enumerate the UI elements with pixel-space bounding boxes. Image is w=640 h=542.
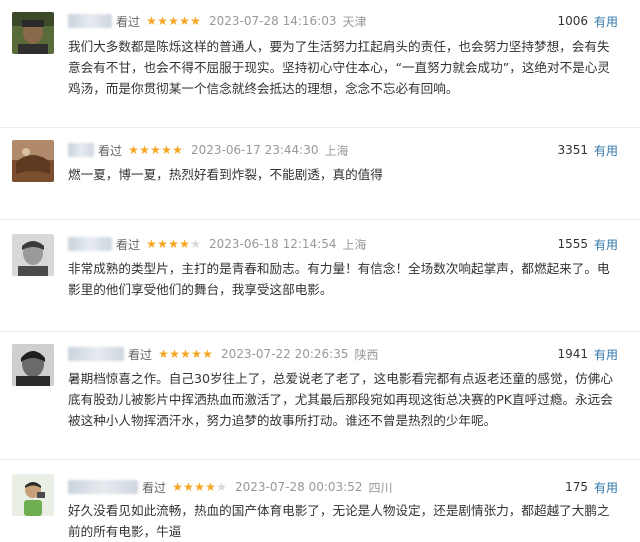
avatar[interactable] [12, 474, 54, 516]
star-icon: ★ [168, 237, 179, 251]
useful-button[interactable]: 有用 [594, 13, 618, 30]
review-time: 2023-06-17 23:44:30 [191, 143, 319, 157]
review-item: 看过 ★ ★ ★ ★ ★ 2023-06-18 12:14:54 上海 1555 有用 … [0, 220, 640, 332]
vote-area: 1941 有用 [557, 344, 618, 364]
star-icon: ★ [183, 480, 194, 494]
review-meta: 看过 ★ ★ ★ ★ ★ 2023-07-28 14:16:03 天津 [68, 11, 366, 31]
vote-count: 3351 [557, 143, 588, 157]
watched-label: 看过 [128, 347, 153, 362]
star-icon: ★ [158, 347, 169, 361]
star-icon: ★ [146, 237, 157, 251]
review-text: 我们大多数都是陈烁这样的普通人，要为了生活努力扛起肩头的责任，也会努力坚持梦想，… [68, 39, 610, 96]
rating-stars: ★ ★ ★ ★ ★ [158, 348, 213, 360]
star-icon: ★ [139, 143, 150, 157]
star-icon: ★ [179, 237, 190, 251]
username-blurred[interactable] [68, 237, 112, 251]
review-time: 2023-07-28 00:03:52 [235, 480, 363, 494]
vote-count: 175 [565, 480, 588, 494]
watched-label: 看过 [116, 14, 141, 29]
review-location: 陕西 [354, 347, 379, 362]
review-time: 2023-07-22 20:26:35 [221, 347, 349, 361]
review-text: 暑期档惊喜之作。自己30岁往上了，总爱说老了老了，这电影看完都有点返老还童的感觉… [68, 371, 613, 428]
review-meta: 看过 ★ ★ ★ ★ ★ 2023-07-28 00:03:52 四川 [68, 477, 392, 497]
useful-button[interactable]: 有用 [594, 142, 618, 159]
star-icon: ★ [190, 14, 201, 28]
vote-area: 3351 有用 [557, 140, 618, 160]
review-meta: 看过 ★ ★ ★ ★ ★ 2023-06-17 23:44:30 上海 [68, 140, 348, 160]
review-location: 四川 [368, 480, 393, 495]
star-icon: ★ [172, 480, 183, 494]
avatar[interactable] [12, 12, 54, 54]
review-time: 2023-07-28 14:16:03 [209, 14, 337, 28]
watched-label: 看过 [116, 237, 141, 252]
review-meta: 看过 ★ ★ ★ ★ ★ 2023-06-18 12:14:54 上海 [68, 234, 366, 254]
review-location: 上海 [342, 237, 367, 252]
review-meta: 看过 ★ ★ ★ ★ ★ 2023-07-22 20:26:35 陕西 [68, 344, 378, 364]
username-blurred[interactable] [68, 347, 124, 361]
watched-label: 看过 [142, 480, 167, 495]
vote-area: 1006 有用 [557, 11, 618, 31]
review-location: 上海 [324, 143, 349, 158]
star-icon: ★ [161, 143, 172, 157]
avatar[interactable] [12, 140, 54, 182]
rating-stars: ★ ★ ★ ★ ★ [128, 144, 183, 156]
review-text: 燃一夏，博一夏，热烈好看到炸裂，不能剧透，真的值得 [68, 167, 383, 182]
review-item: 看过 ★ ★ ★ ★ ★ 2023-07-22 20:26:35 陕西 1941 有用 … [0, 332, 640, 460]
review-item: 看过 ★ ★ ★ ★ ★ 2023-07-28 14:16:03 天津 1006 有用 … [0, 0, 640, 128]
star-icon: ★ [194, 480, 205, 494]
star-icon: ★ [191, 347, 202, 361]
star-empty-icon: ★ [216, 480, 227, 494]
star-icon: ★ [179, 14, 190, 28]
star-empty-icon: ★ [190, 237, 201, 251]
useful-button[interactable]: 有用 [594, 479, 618, 496]
username-blurred[interactable] [68, 143, 94, 157]
star-icon: ★ [157, 14, 168, 28]
review-item: 看过 ★ ★ ★ ★ ★ 2023-06-17 23:44:30 上海 3351 有用 … [0, 128, 640, 220]
useful-button[interactable]: 有用 [594, 236, 618, 253]
vote-count: 1006 [557, 14, 588, 28]
useful-button[interactable]: 有用 [594, 346, 618, 363]
review-list: 看过 ★ ★ ★ ★ ★ 2023-07-28 14:16:03 天津 1006 有用 … [0, 0, 640, 539]
star-icon: ★ [172, 143, 183, 157]
star-icon: ★ [202, 347, 213, 361]
star-icon: ★ [157, 237, 168, 251]
vote-count: 1555 [557, 237, 588, 251]
review-item: 看过 ★ ★ ★ ★ ★ 2023-07-28 00:03:52 四川 175 有用 好… [0, 460, 640, 539]
star-icon: ★ [128, 143, 139, 157]
watched-label: 看过 [98, 143, 123, 158]
star-icon: ★ [180, 347, 191, 361]
vote-area: 1555 有用 [557, 234, 618, 254]
rating-stars: ★ ★ ★ ★ ★ [146, 15, 201, 27]
vote-count: 1941 [557, 347, 588, 361]
star-icon: ★ [168, 14, 179, 28]
review-time: 2023-06-18 12:14:54 [209, 237, 337, 251]
username-blurred[interactable] [68, 480, 138, 494]
star-icon: ★ [205, 480, 216, 494]
star-icon: ★ [150, 143, 161, 157]
review-location: 天津 [342, 14, 367, 29]
vote-area: 175 有用 [565, 477, 618, 497]
star-icon: ★ [169, 347, 180, 361]
review-text: 非常成熟的类型片，主打的是青春和励志。有力量！有信念！全场数次响起掌声，都燃起来… [68, 261, 610, 297]
rating-stars: ★ ★ ★ ★ ★ [172, 481, 227, 493]
username-blurred[interactable] [68, 14, 112, 28]
rating-stars: ★ ★ ★ ★ ★ [146, 238, 201, 250]
star-icon: ★ [146, 14, 157, 28]
avatar[interactable] [12, 344, 54, 386]
avatar[interactable] [12, 234, 54, 276]
